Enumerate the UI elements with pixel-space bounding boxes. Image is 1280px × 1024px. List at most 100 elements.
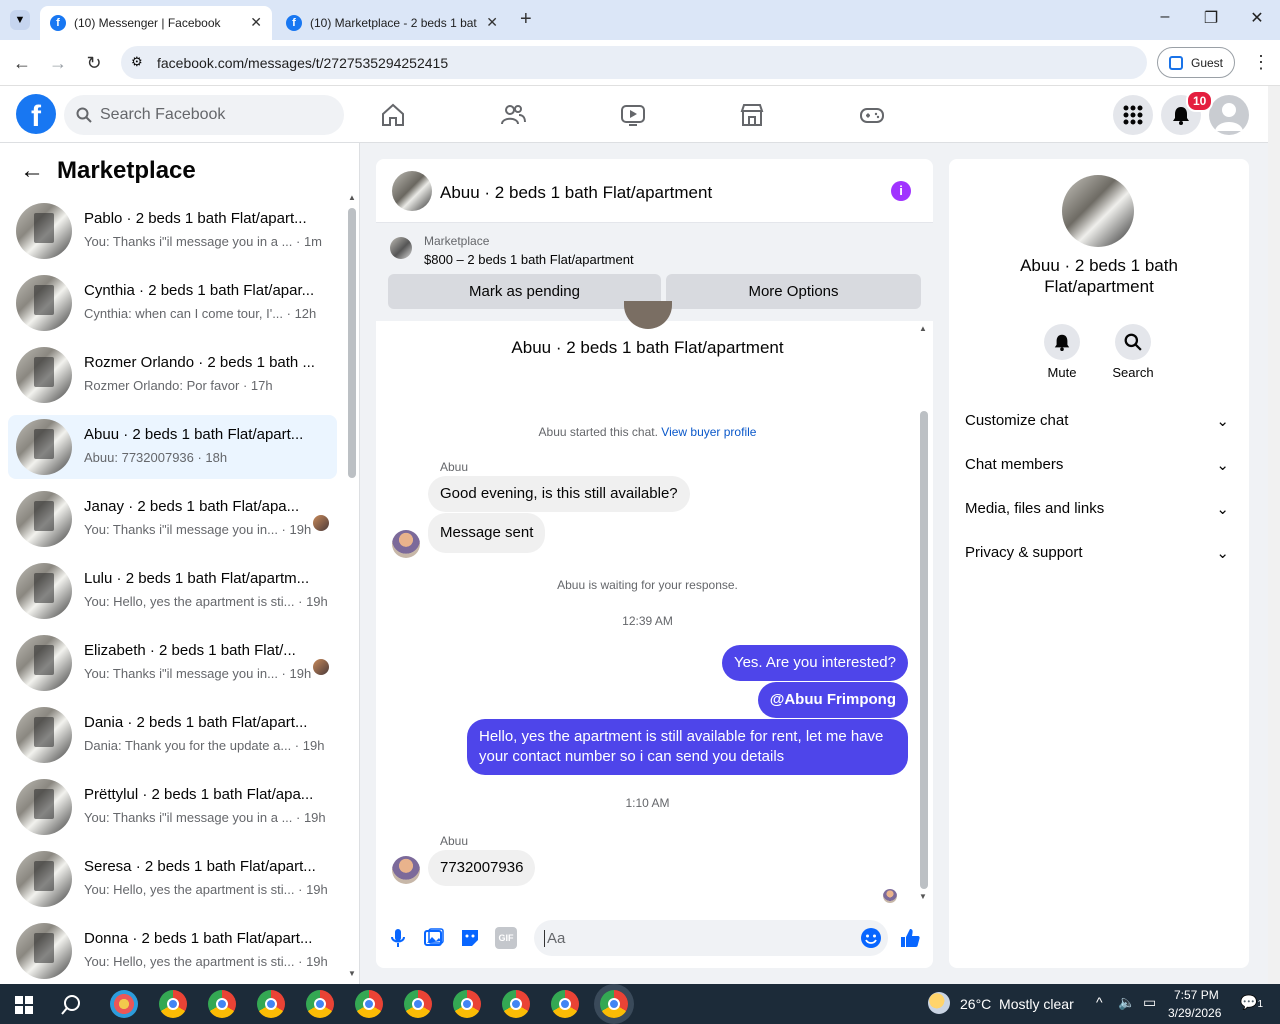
search-input[interactable]: Search Facebook xyxy=(64,95,344,135)
incoming-message[interactable]: Good evening, is this still available? xyxy=(428,476,690,512)
close-tab-icon[interactable]: ✕ xyxy=(486,14,498,31)
listing-thumbnail xyxy=(16,275,72,331)
clock-time[interactable]: 7:57 PM xyxy=(1174,988,1219,1002)
chrome-app-icon[interactable] xyxy=(600,990,628,1018)
conversation-item[interactable]: Lulu · 2 beds 1 bath Flat/apartm... You: … xyxy=(8,559,337,623)
guest-profile-button[interactable]: Guest xyxy=(1157,47,1235,78)
weather-icon[interactable] xyxy=(928,992,950,1014)
forward-icon[interactable]: → xyxy=(45,50,71,76)
listing-text[interactable]: $800 – 2 beds 1 bath Flat/apartment xyxy=(424,252,634,267)
page-scrollbar[interactable] xyxy=(1268,86,1280,984)
sticker-icon[interactable] xyxy=(459,927,481,949)
outgoing-message[interactable]: Hello, yes the apartment is still availa… xyxy=(467,719,908,775)
search-button[interactable] xyxy=(1115,324,1151,360)
site-info-icon[interactable]: ⚙ xyxy=(131,54,143,70)
back-arrow-icon[interactable]: ← xyxy=(20,157,44,185)
facebook-logo-icon[interactable]: f xyxy=(16,94,56,134)
speaker-icon[interactable]: 🔈 xyxy=(1118,994,1135,1011)
taskbar-search-icon[interactable] xyxy=(60,994,82,1016)
gif-icon[interactable]: GIF xyxy=(495,927,517,949)
outgoing-mention-message[interactable]: @Abuu Frimpong xyxy=(757,682,908,718)
emoji-icon[interactable] xyxy=(860,927,882,949)
tab-marketplace[interactable]: f (10) Marketplace - 2 beds 1 bat ✕ xyxy=(276,6,508,40)
network-icon[interactable]: ▭ xyxy=(1143,994,1156,1011)
conversation-item[interactable]: Elizabeth · 2 beds 1 bath Flat/... You: T… xyxy=(8,631,337,695)
customize-chat-section[interactable]: Customize chat ⌄ xyxy=(965,412,1233,430)
conversation-item[interactable]: Donna · 2 beds 1 bath Flat/apart... You: … xyxy=(8,919,337,983)
conversation-item[interactable]: Prëttylul · 2 beds 1 bath Flat/apa... You… xyxy=(8,775,337,839)
chrome-app-icon[interactable] xyxy=(355,990,383,1018)
media-files-links-section[interactable]: Media, files and links ⌄ xyxy=(965,500,1233,518)
new-tab-icon[interactable]: + xyxy=(520,8,532,31)
conversation-item[interactable]: Seresa · 2 beds 1 bath Flat/apart... You:… xyxy=(8,847,337,911)
incoming-message[interactable]: Message sent xyxy=(428,513,546,553)
outgoing-message[interactable]: Yes. Are you interested? xyxy=(721,645,908,681)
url-bar[interactable]: ⚙ facebook.com/messages/t/27275352942524… xyxy=(121,46,1147,79)
mark-as-pending-button[interactable]: Mark as pending xyxy=(388,274,661,309)
menu-grid-button[interactable] xyxy=(1113,95,1153,135)
chat-avatar[interactable] xyxy=(392,171,432,211)
listing-avatar[interactable] xyxy=(1062,175,1134,247)
mute-button[interactable] xyxy=(1044,324,1080,360)
sender-avatar[interactable] xyxy=(392,856,420,884)
notification-center-icon[interactable]: 💬1 xyxy=(1240,994,1263,1011)
chrome-app-icon[interactable] xyxy=(208,990,236,1018)
info-icon[interactable]: i xyxy=(891,181,911,201)
reload-icon[interactable]: ↻ xyxy=(81,50,107,76)
close-window-icon[interactable]: ✕ xyxy=(1242,8,1272,28)
gaming-icon[interactable] xyxy=(859,102,885,128)
chrome-app-icon[interactable] xyxy=(502,990,530,1018)
video-icon[interactable] xyxy=(620,102,646,128)
view-buyer-profile-link[interactable]: View buyer profile xyxy=(661,425,756,439)
more-options-button[interactable]: More Options xyxy=(666,274,921,309)
scroll-down-icon[interactable]: ▼ xyxy=(348,969,356,978)
tab-search-icon[interactable]: ▼ xyxy=(10,10,30,30)
chrome-app-icon[interactable] xyxy=(453,990,481,1018)
conversation-item[interactable]: Pablo · 2 beds 1 bath Flat/apart... You: … xyxy=(8,199,337,263)
photo-icon[interactable] xyxy=(423,927,445,949)
clock-date[interactable]: 3/29/2026 xyxy=(1168,1006,1221,1020)
chrome-app-icon[interactable] xyxy=(159,990,187,1018)
marketplace-icon[interactable] xyxy=(739,102,765,128)
incoming-message[interactable]: 7732007936 xyxy=(428,850,536,886)
sender-avatar[interactable] xyxy=(392,530,420,558)
chrome-app-icon[interactable] xyxy=(257,990,285,1018)
listing-thumbnail[interactable] xyxy=(390,237,412,259)
chat-scroll-down-icon[interactable]: ▼ xyxy=(919,892,927,901)
scroll-up-icon[interactable]: ▲ xyxy=(348,193,356,202)
chrome-app-icon[interactable] xyxy=(306,990,334,1018)
friends-icon[interactable] xyxy=(500,102,526,128)
conversation-title: Elizabeth · 2 beds 1 bath Flat/... xyxy=(84,642,296,659)
chrome-app-icon[interactable] xyxy=(551,990,579,1018)
microphone-icon[interactable] xyxy=(387,927,409,949)
privacy-support-section[interactable]: Privacy & support ⌄ xyxy=(965,544,1233,562)
home-icon[interactable] xyxy=(380,102,406,128)
browser-menu-icon[interactable]: ⋮ xyxy=(1252,52,1270,73)
chat-title[interactable]: Abuu · 2 beds 1 bath Flat/apartment xyxy=(440,183,712,203)
conversation-title: Abuu · 2 beds 1 bath Flat/apart... xyxy=(84,426,304,443)
maximize-icon[interactable]: ❐ xyxy=(1196,8,1226,28)
chat-scrollbar[interactable] xyxy=(920,411,928,889)
conversation-list-scrollbar[interactable] xyxy=(348,208,356,478)
windows-start-icon[interactable] xyxy=(15,996,33,1014)
chat-scroll-up-icon[interactable]: ▲ xyxy=(919,324,927,333)
conversation-title: Pablo · 2 beds 1 bath Flat/apart... xyxy=(84,210,307,227)
account-avatar[interactable] xyxy=(1209,95,1249,135)
chat-members-section[interactable]: Chat members ⌄ xyxy=(965,456,1233,474)
paint-app-icon[interactable] xyxy=(110,990,138,1018)
conversation-item[interactable]: Rozmer Orlando · 2 beds 1 bath ... Rozmer… xyxy=(8,343,337,407)
back-icon[interactable]: ← xyxy=(9,50,35,76)
tray-chevron-icon[interactable]: ^ xyxy=(1096,994,1103,1010)
conversation-item[interactable]: Abuu · 2 beds 1 bath Flat/apart... Abuu: … xyxy=(8,415,337,479)
timestamp: 1:10 AM xyxy=(625,796,670,810)
conversation-item[interactable]: Cynthia · 2 beds 1 bath Flat/apar... Cynt… xyxy=(8,271,337,335)
thumbs-up-icon[interactable] xyxy=(899,927,921,949)
conversation-item[interactable]: Janay · 2 beds 1 bath Flat/apa... You: Th… xyxy=(8,487,337,551)
conversation-item[interactable]: Dania · 2 beds 1 bath Flat/apart... Dania… xyxy=(8,703,337,767)
close-tab-icon[interactable]: ✕ xyxy=(250,14,262,31)
message-input[interactable]: Aa xyxy=(534,920,888,956)
minimize-icon[interactable]: – xyxy=(1150,8,1180,26)
weather-text[interactable]: 26°C Mostly clear xyxy=(960,996,1074,1012)
chrome-app-icon[interactable] xyxy=(404,990,432,1018)
tab-messenger[interactable]: f (10) Messenger | Facebook ✕ xyxy=(40,6,272,40)
